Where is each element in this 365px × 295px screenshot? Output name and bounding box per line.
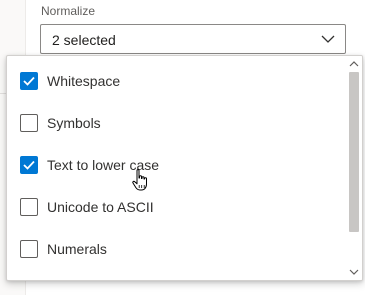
normalize-label: Normalize — [41, 4, 96, 18]
option-symbols[interactable]: Symbols — [7, 103, 345, 145]
option-label: Numerals — [47, 241, 107, 257]
checkbox-numerals[interactable] — [20, 240, 38, 258]
option-label: Whitespace — [47, 73, 121, 89]
option-whitespace[interactable]: Whitespace — [7, 61, 345, 103]
option-unicode-to-ascii[interactable]: Unicode to ASCII — [7, 187, 345, 229]
chevron-down-icon[interactable] — [321, 34, 335, 44]
option-label: Unicode to ASCII — [47, 199, 154, 215]
scroll-down-arrow-icon[interactable] — [346, 266, 362, 278]
checkbox-symbols[interactable] — [20, 114, 38, 132]
checkbox-whitespace[interactable] — [20, 72, 38, 90]
hand-pointer-cursor-icon — [132, 169, 147, 191]
dropdown-scrollbar[interactable] — [346, 56, 362, 280]
select-value: 2 selected — [52, 32, 116, 48]
checkmark-icon — [23, 76, 35, 86]
scroll-thumb[interactable] — [349, 72, 359, 232]
checkbox-text-to-lower-case[interactable] — [20, 156, 38, 174]
scroll-up-arrow-icon[interactable] — [346, 58, 362, 70]
normalize-dropdown-list: Whitespace Symbols Text to lower case Un… — [6, 55, 363, 281]
option-text-to-lower-case[interactable]: Text to lower case — [7, 145, 345, 187]
option-label: Symbols — [47, 115, 101, 131]
checkmark-icon — [23, 160, 35, 170]
option-numerals[interactable]: Numerals — [7, 229, 345, 271]
checkbox-unicode-to-ascii[interactable] — [20, 198, 38, 216]
normalize-select[interactable]: 2 selected — [40, 24, 346, 54]
